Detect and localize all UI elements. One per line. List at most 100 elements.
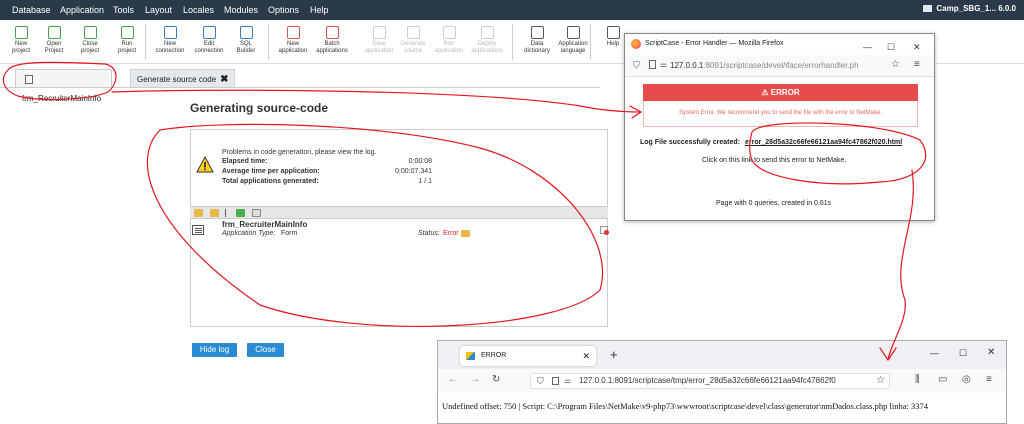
error-doc-icon[interactable] — [600, 226, 609, 235]
folder-icon[interactable] — [461, 230, 470, 237]
toolbar-icon — [372, 26, 386, 39]
url-text[interactable]: 127.0.0.1:8091/scriptcase/devel/iface/er… — [670, 61, 859, 70]
form-icon — [25, 75, 33, 84]
toolbar-label: Save — [372, 41, 386, 47]
toolbar-icon — [163, 26, 177, 39]
toolbar-label: Open — [46, 41, 62, 47]
menu-help[interactable]: Help — [310, 5, 329, 15]
bookmark-star-icon[interactable]: ☆ — [891, 59, 900, 70]
url-text[interactable]: 127.0.0.1:8091/scriptcase/tmp/error_28d5… — [579, 376, 836, 385]
status-error[interactable]: Error — [443, 230, 459, 237]
toolbar-label: connection — [194, 48, 224, 54]
toolbar-button-data-dictionary[interactable]: Data dictionary — [520, 26, 554, 55]
account-icon[interactable]: ◎ — [962, 374, 971, 385]
close-button[interactable]: Close — [247, 343, 284, 357]
folder-icon[interactable] — [194, 209, 203, 217]
toolbar-label: applications — [316, 48, 348, 54]
library-icon[interactable]: ⫼ — [915, 374, 920, 385]
error-details: Undefined offset: 750 | Script: C:\Progr… — [442, 401, 928, 411]
menu-tools[interactable]: Tools — [113, 5, 134, 15]
folder-open-icon[interactable] — [210, 209, 219, 217]
tab-frm-recruiter[interactable]: frm_RecruiterMainInfo — [15, 69, 112, 103]
toolbar-button-save-application[interactable]: Save application — [362, 26, 396, 55]
tab-title: ERROR — [481, 352, 507, 359]
toolbar-icon — [530, 26, 544, 39]
toolbar-button-generate-source[interactable]: Generate source — [396, 26, 430, 55]
project-selector[interactable]: Camp_SBG_1... 6.0.0 — [923, 4, 1016, 13]
forward-icon[interactable]: → — [470, 374, 480, 385]
toolbar-button-batch-applications[interactable]: Batch applications — [315, 26, 349, 55]
toolbar-button-application-language[interactable]: Application language — [556, 26, 590, 55]
url-bar[interactable]: ⛉ ⚌ 127.0.0.1:8091/scriptcase/tmp/error_… — [530, 373, 890, 389]
close-icon[interactable]: ✖ — [220, 74, 228, 85]
menu-modules[interactable]: Modules — [224, 5, 258, 15]
toolbar-label: Generate — [400, 41, 426, 47]
check-icon[interactable] — [236, 209, 245, 217]
reload-icon[interactable]: ↻ — [492, 374, 500, 385]
toolbar-button-run-application[interactable]: Run application — [432, 26, 466, 55]
toolbar-button-new-application[interactable]: New application — [276, 26, 310, 55]
toolbar-label: project — [117, 48, 136, 54]
toolbar-icon — [47, 26, 61, 39]
toolbar-button-deploy-applications[interactable]: Deploy applications — [470, 26, 504, 55]
separator — [225, 209, 226, 217]
error-file-window: ERROR ✕ + — ☐ ✕ ← → ↻ ⛉ ⚌ 127.0.0.1:8091… — [437, 340, 1007, 424]
log-file-link[interactable]: error_28d5a32c66fe66121aa94fc47862f020.h… — [745, 139, 902, 146]
form-app-icon — [192, 225, 204, 235]
close-icon[interactable]: ✕ — [987, 347, 995, 358]
toolbar-separator — [145, 24, 146, 60]
close-icon[interactable]: ✕ — [913, 37, 921, 57]
toolbar-label: project — [80, 48, 99, 54]
toolbar-label: connection — [155, 48, 185, 54]
menu-database[interactable]: Database — [12, 5, 51, 15]
maximize-icon[interactable]: ☐ — [887, 37, 895, 57]
page-title: Generating source-code — [190, 101, 329, 115]
toolbar-label: New — [163, 41, 176, 47]
bookmark-star-icon[interactable]: ☆ — [874, 374, 885, 388]
error-file-icon[interactable] — [252, 209, 261, 217]
tab-error[interactable]: ERROR ✕ — [460, 346, 596, 366]
toolbar-button-new-project[interactable]: New project — [4, 26, 38, 55]
menu-icon[interactable]: ≡ — [914, 59, 920, 70]
toolbar-label: SQL — [239, 41, 252, 47]
toolbar-button-new-connection[interactable]: New connection — [153, 26, 187, 55]
toolbar-button-open-project[interactable]: Open Project — [37, 26, 71, 55]
tab-bar: frm_RecruiterMainInfo Generate source co… — [0, 65, 600, 103]
sidebar-icon[interactable]: ▭ — [938, 374, 947, 385]
url-bar[interactable]: ⛉ ⚌ 127.0.0.1:8091/scriptcase/devel/ifac… — [625, 55, 934, 77]
elapsed-value: 0:00:08 — [408, 158, 432, 165]
toolbar-label: Batch — [324, 41, 340, 47]
minimize-icon[interactable]: — — [863, 37, 872, 57]
toolbar-label: Run — [443, 41, 455, 47]
minimize-icon[interactable]: — — [930, 348, 939, 358]
toolbar-separator — [590, 24, 591, 60]
toolbar-label: source — [403, 48, 422, 54]
toolbar-button-sql-builder[interactable]: SQL Builder — [229, 26, 263, 55]
window-title: ScriptCase - Error Handler — Mozilla Fir… — [645, 40, 784, 47]
toolbar-icon — [239, 26, 253, 39]
maximize-icon[interactable]: ☐ — [959, 348, 967, 359]
error-message: System Error. We recommend you to send t… — [643, 101, 918, 127]
menu-layout[interactable]: Layout — [145, 5, 172, 15]
menu-icon[interactable]: ≡ — [986, 374, 992, 385]
elapsed-label: Elapsed time: — [222, 158, 268, 165]
menu-bar: Database Application Tools Layout Locale… — [0, 0, 1024, 20]
new-tab-icon[interactable]: + — [610, 347, 618, 362]
click-text: Click on this link to send this error to… — [702, 157, 847, 164]
toolbar-label: Run — [121, 41, 133, 47]
hide-log-button[interactable]: Hide log — [192, 343, 237, 357]
tab-generate-source[interactable]: Generate source code ✖ — [130, 69, 235, 88]
toolbar-separator — [512, 24, 513, 60]
menu-options[interactable]: Options — [268, 5, 299, 15]
toolbar-button-run-project[interactable]: Run project — [110, 26, 144, 55]
menu-application[interactable]: Application — [60, 5, 104, 15]
error-handler-window: ScriptCase - Error Handler — Mozilla Fir… — [624, 33, 935, 221]
back-icon[interactable]: ← — [448, 374, 458, 385]
toolbar-icon — [120, 26, 134, 39]
toolbar-button-edit-connection[interactable]: Edit connection — [192, 26, 226, 55]
menu-locales[interactable]: Locales — [183, 5, 214, 15]
close-tab-icon[interactable]: ✕ — [582, 346, 590, 366]
toolbar-button-close-project[interactable]: Close project — [73, 26, 107, 55]
toolbar-label: application — [278, 48, 308, 54]
page-footer: Page with 0 queries, created in 0.61s — [716, 200, 832, 207]
